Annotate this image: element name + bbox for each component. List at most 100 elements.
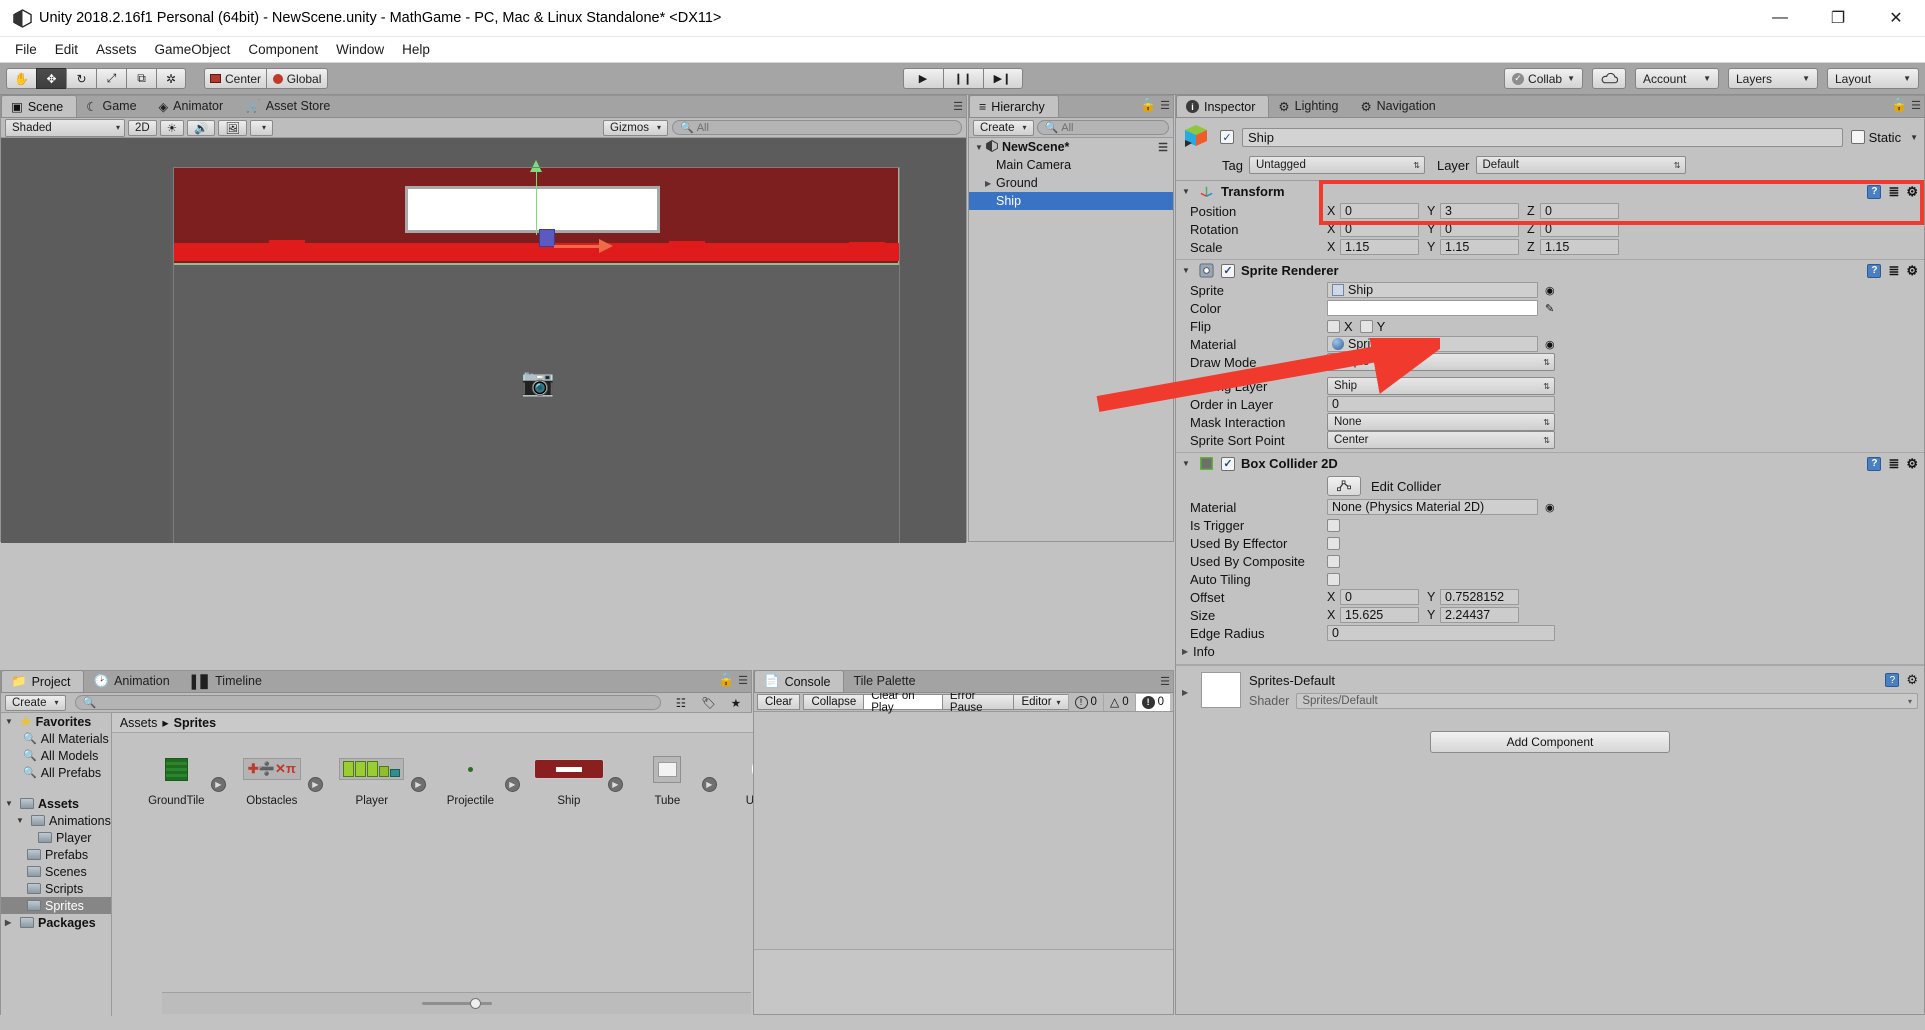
help-icon[interactable]: ?	[1867, 184, 1882, 199]
chevron-down-icon[interactable]: ▼	[5, 717, 16, 726]
chevron-down-icon[interactable]: ▼	[16, 816, 27, 825]
gizmos-dropdown-button[interactable]: Gizmos ▾	[603, 119, 668, 136]
chevron-down-icon[interactable]: ▼	[1182, 266, 1193, 275]
project-search-input[interactable]: 🔍	[74, 695, 661, 710]
console-panel-menu[interactable]: ☰	[1160, 675, 1170, 688]
scene-viewport[interactable]: 📷	[1, 138, 966, 543]
help-icon[interactable]: ?	[1885, 673, 1900, 687]
project-tree-packages[interactable]: ▶ Packages	[1, 914, 111, 931]
chevron-down-icon[interactable]: ▼	[1182, 187, 1193, 196]
tab-tile-palette[interactable]: Tile Palette	[844, 670, 928, 692]
preset-icon[interactable]: ≣	[1888, 456, 1899, 472]
rect-tool-button[interactable]: ⧉	[126, 68, 156, 89]
collider-offset-x-input[interactable]: 0	[1340, 589, 1419, 605]
lock-icon[interactable]: 🔒	[1891, 97, 1907, 113]
project-create-button[interactable]: Create ▾	[5, 694, 66, 711]
asset-item-tube[interactable]: Tube ▶	[633, 755, 717, 807]
menu-window[interactable]: Window	[327, 40, 393, 59]
chevron-down-icon[interactable]: ▼	[5, 799, 16, 808]
tab-timeline[interactable]: ▌▊ Timeline	[183, 670, 275, 692]
chevron-down-icon[interactable]: ▼	[975, 143, 986, 152]
color-swatch-field[interactable]	[1327, 300, 1538, 316]
scene-search-input[interactable]: 🔍 All	[672, 120, 962, 135]
move-gizmo-x-arrow-icon[interactable]	[599, 239, 613, 253]
hierarchy-search-input[interactable]: 🔍 All	[1036, 120, 1169, 135]
tab-inspector[interactable]: i Inspector	[1176, 95, 1270, 117]
position-x-input[interactable]: 0	[1340, 203, 1419, 219]
flip-x-checkbox[interactable]	[1327, 319, 1340, 333]
sprite-picker-icon[interactable]: ◉	[1545, 284, 1555, 297]
expand-sprite-icon[interactable]: ▶	[410, 776, 426, 792]
is-trigger-checkbox[interactable]	[1327, 518, 1340, 532]
console-error-pause-button[interactable]: Error Pause	[941, 690, 1015, 714]
menu-help[interactable]: Help	[393, 40, 439, 59]
expand-sprite-icon[interactable]: ▶	[701, 776, 717, 792]
tab-animator[interactable]: ◈ Animator	[150, 95, 237, 117]
sprite-sort-point-dropdown[interactable]: Center ⇅	[1327, 431, 1555, 449]
console-error-counter[interactable]: ! 0	[1134, 693, 1170, 711]
order-in-layer-input[interactable]: 0	[1327, 396, 1555, 412]
edit-collider-button[interactable]	[1327, 476, 1361, 496]
project-tree-favorites[interactable]: ▼ ★ Favorites	[1, 713, 111, 730]
transform-tool-button[interactable]: ✲	[156, 68, 186, 89]
sprite-renderer-enabled-checkbox[interactable]: ✓	[1221, 263, 1235, 278]
layer-dropdown[interactable]: Default ⇅	[1475, 156, 1686, 174]
sprite-renderer-header[interactable]: ▼ ✓ Sprite Renderer ? ≣ ⚙	[1176, 260, 1924, 281]
rotation-y-input[interactable]: 0	[1440, 221, 1519, 237]
tab-project[interactable]: 📁 Project	[1, 670, 85, 692]
scene-context-menu-icon[interactable]: ☰	[1158, 141, 1168, 154]
box-collider-enabled-checkbox[interactable]: ✓	[1221, 456, 1235, 471]
filter-by-label-button[interactable]: 🏷	[695, 695, 722, 711]
gear-icon[interactable]: ⚙	[1906, 263, 1918, 279]
hierarchy-create-button[interactable]: Create ▾	[973, 119, 1034, 136]
project-tree-prefabs[interactable]: Prefabs	[1, 846, 111, 863]
close-button[interactable]: ✕	[1867, 0, 1925, 37]
position-z-input[interactable]: 0	[1540, 203, 1619, 219]
audio-toggle-button[interactable]: 🔊	[187, 119, 216, 136]
hierarchy-item-ship[interactable]: Ship	[969, 192, 1173, 210]
asset-item-player[interactable]: Player ▶	[333, 755, 426, 807]
menu-assets[interactable]: Assets	[87, 40, 146, 59]
used-by-composite-checkbox[interactable]	[1327, 554, 1340, 568]
toggle-2d-button[interactable]: 2D	[128, 119, 157, 136]
tab-game[interactable]: ☾ Game	[77, 95, 149, 117]
sorting-layer-dropdown[interactable]: Ship ⇅	[1327, 377, 1555, 395]
lock-icon[interactable]: 🔒	[1140, 97, 1156, 113]
auto-tiling-checkbox[interactable]	[1327, 572, 1340, 586]
project-tree-player[interactable]: Player	[1, 829, 111, 846]
lock-icon[interactable]: 🔒	[718, 672, 734, 688]
mask-interaction-dropdown[interactable]: None ⇅	[1327, 413, 1555, 431]
collider-size-y-input[interactable]: 2.24437	[1440, 607, 1519, 623]
project-tree-sprites[interactable]: Sprites	[1, 897, 111, 914]
tab-asset-store[interactable]: 🛒 Asset Store	[236, 95, 343, 117]
help-icon[interactable]: ?	[1867, 263, 1882, 278]
chevron-right-icon[interactable]: ▶	[1182, 688, 1193, 697]
asset-item-groundtile[interactable]: GroundTile ▶	[142, 755, 226, 807]
hierarchy-panel-menu[interactable]: 🔒 ☰	[1140, 97, 1170, 113]
rotate-tool-button[interactable]: ↻	[66, 68, 96, 89]
minimize-button[interactable]: —	[1751, 0, 1809, 37]
rotation-z-input[interactable]: 0	[1540, 221, 1619, 237]
material-object-field[interactable]: Sprites-Default	[1327, 336, 1538, 352]
play-button[interactable]: ▶	[902, 68, 943, 89]
tag-dropdown[interactable]: Untagged ⇅	[1248, 156, 1425, 174]
lighting-toggle-button[interactable]: ☀	[159, 119, 185, 136]
tab-navigation[interactable]: ⚙ Navigation	[1351, 95, 1448, 117]
console-warning-counter[interactable]: △ 0	[1102, 693, 1135, 711]
chevron-right-icon[interactable]: ▶	[1182, 647, 1193, 656]
hierarchy-item-main-camera[interactable]: Main Camera	[969, 156, 1173, 174]
pivot-rotation-button[interactable]: Global	[266, 68, 329, 89]
asset-item-projectile[interactable]: Projectile ▶	[436, 755, 520, 807]
chevron-down-icon[interactable]: ▼	[1182, 459, 1193, 468]
collider-info-foldout[interactable]: ▶ Info	[1176, 642, 1924, 660]
expand-sprite-icon[interactable]: ▶	[504, 776, 520, 792]
collider-size-x-input[interactable]: 15.625	[1340, 607, 1419, 623]
shader-dropdown[interactable]: Sprites/Default ▾	[1296, 693, 1918, 709]
move-gizmo-y-arrow-icon[interactable]	[530, 160, 542, 172]
preset-icon[interactable]: ≣	[1888, 263, 1899, 279]
position-y-input[interactable]: 3	[1440, 203, 1519, 219]
effects-toggle-button[interactable]: 🖼	[218, 119, 247, 136]
tab-scene[interactable]: ▣ Scene	[1, 95, 78, 117]
tab-lighting[interactable]: ⚙ Lighting	[1269, 95, 1351, 117]
tab-hierarchy[interactable]: ≡ Hierarchy	[969, 95, 1059, 117]
